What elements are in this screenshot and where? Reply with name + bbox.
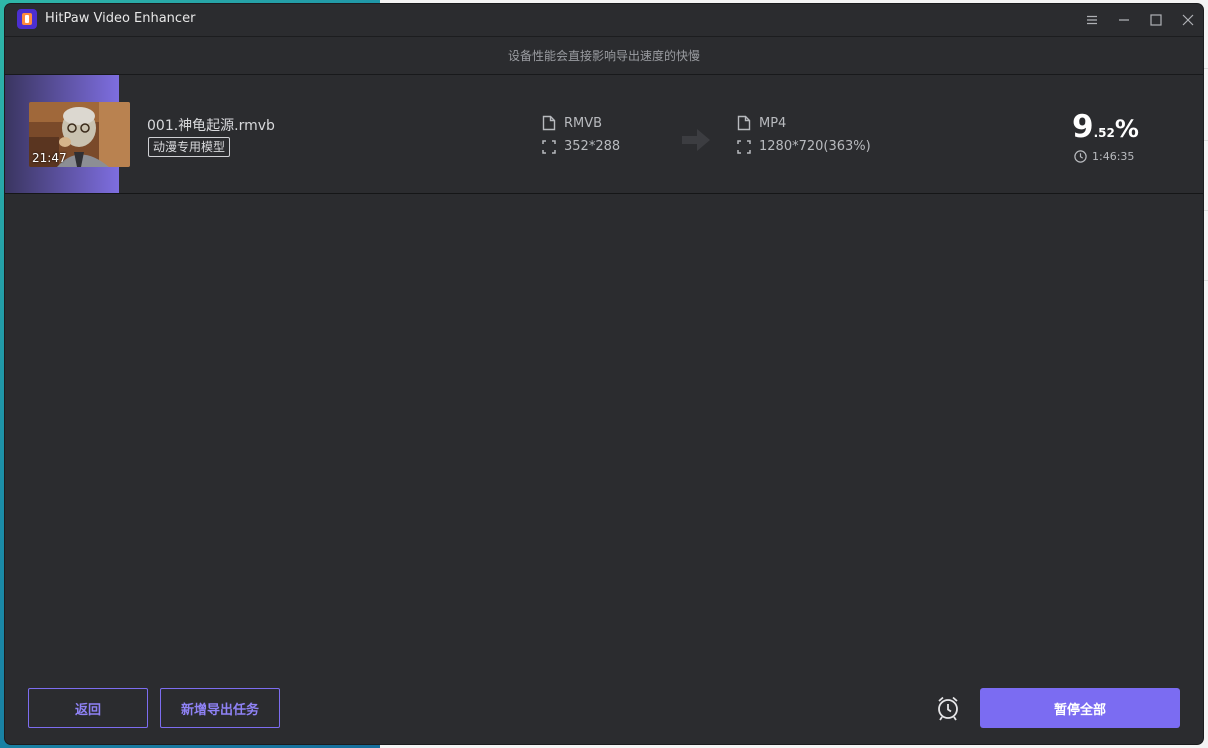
model-badge: 动漫专用模型: [148, 137, 231, 157]
target-resolution: 1280*720(363%): [737, 139, 871, 154]
performance-notice: 设备性能会直接影响导出速度的快慢: [5, 37, 1203, 75]
source-format: RMVB: [542, 115, 602, 131]
time-remaining-label: 1:46:35: [1092, 150, 1135, 163]
progress-symbol: %: [1114, 115, 1139, 143]
source-resolution-label: 352*288: [564, 139, 621, 154]
source-resolution: 352*288: [542, 139, 620, 154]
close-icon[interactable]: [1177, 10, 1199, 30]
target-format-label: MP4: [759, 115, 787, 131]
minimize-icon[interactable]: [1113, 10, 1135, 30]
task-row: 21:47 001.神龟起源.rmvb 动漫专用模型 RMVB 352*288: [5, 75, 1203, 194]
file-name: 001.神龟起源.rmvb: [147, 118, 275, 134]
add-export-task-button[interactable]: 新增导出任务: [160, 688, 280, 728]
target-resolution-label: 1280*720(363%): [759, 139, 871, 154]
maximize-icon[interactable]: [1145, 10, 1167, 30]
progress-whole: 9: [1072, 109, 1094, 145]
resolution-icon: [737, 139, 751, 154]
main-window: HitPaw Video Enhancer 设备性能会直接影响导出速度的快慢 2…: [5, 4, 1203, 744]
clock-icon: [1074, 150, 1087, 163]
video-duration: 21:47: [32, 151, 67, 165]
file-icon: [737, 115, 751, 131]
file-icon: [542, 115, 556, 131]
app-logo: [17, 9, 37, 29]
app-title: HitPaw Video Enhancer: [45, 11, 196, 26]
source-format-label: RMVB: [564, 115, 603, 131]
resolution-icon: [542, 139, 556, 154]
video-thumbnail[interactable]: 21:47: [29, 102, 130, 167]
back-button[interactable]: 返回: [28, 688, 148, 728]
target-format: MP4: [737, 115, 786, 131]
progress-decimal: .52: [1093, 126, 1115, 140]
title-bar: HitPaw Video Enhancer: [5, 4, 1203, 37]
progress-percent: 9.52%: [1072, 109, 1139, 145]
time-remaining: 1:46:35: [1074, 150, 1134, 163]
menu-icon[interactable]: [1081, 10, 1103, 30]
arrow-right-icon: [682, 127, 712, 157]
alarm-icon[interactable]: [934, 694, 962, 722]
pause-all-button[interactable]: 暂停全部: [980, 688, 1180, 728]
notice-text: 设备性能会直接影响导出速度的快慢: [507, 49, 700, 63]
